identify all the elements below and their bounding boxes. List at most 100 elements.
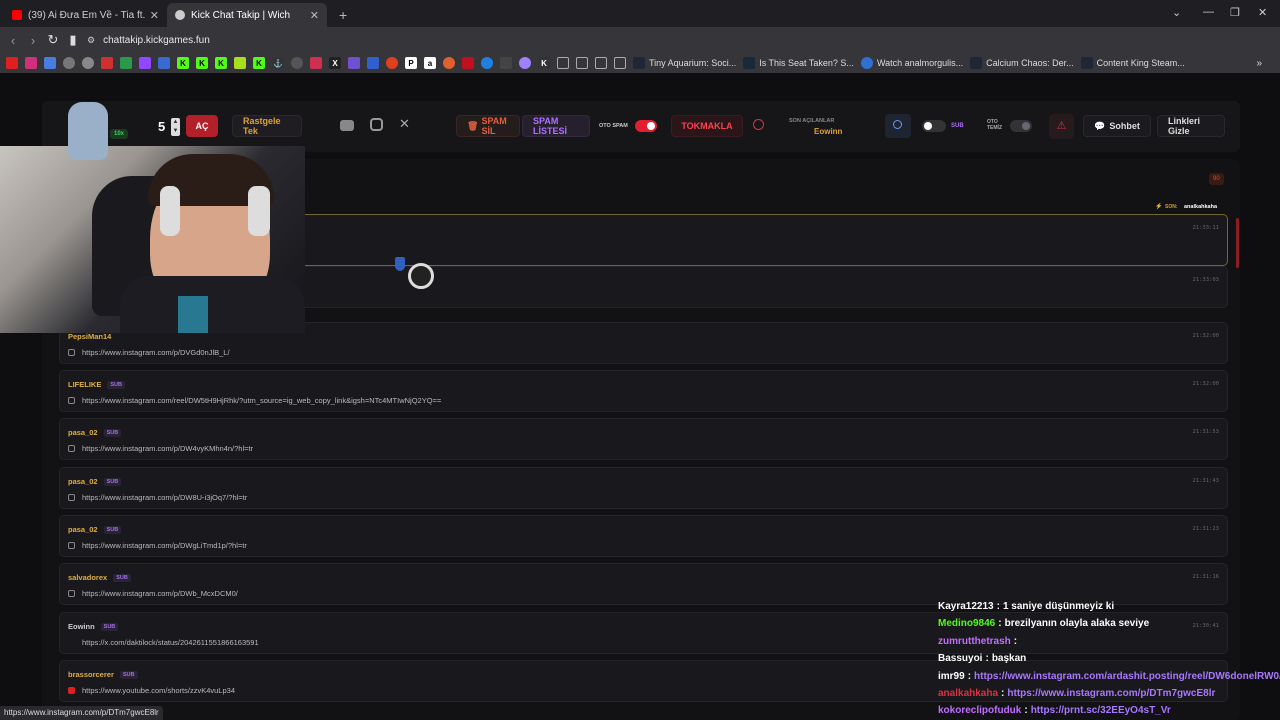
auto-clean-toggle[interactable] <box>1010 120 1032 132</box>
p-icon[interactable]: P <box>405 57 417 69</box>
close-window-button[interactable]: ✕ <box>1258 6 1267 19</box>
message-user[interactable]: LIFELIKE SUB <box>68 380 125 390</box>
message-link[interactable]: https://www.instagram.com/p/DW4vyKMhn4n/… <box>68 444 253 453</box>
message-link-text[interactable]: https://www.instagram.com/p/DW4vyKMhn4n/… <box>82 444 253 453</box>
message-link[interactable]: https://www.youtube.com/shorts/zzvK4vuLp… <box>68 686 235 695</box>
message-user[interactable]: salvadorex SUB <box>68 573 131 583</box>
instagram-icon[interactable] <box>370 118 383 131</box>
kick-icon[interactable]: K <box>215 57 227 69</box>
bookmark-item[interactable]: Content King Steam... <box>1080 57 1185 69</box>
extension-icon[interactable] <box>519 57 531 69</box>
message-user[interactable]: Eowinn SUB <box>68 622 119 632</box>
message-user[interactable]: pasa_02 SUB <box>68 428 122 438</box>
ban-icon[interactable] <box>753 119 764 130</box>
message-link[interactable]: https://www.instagram.com/p/DWb_McxDCM0/ <box>68 589 238 598</box>
bookmark-item[interactable]: Tiny Aquarium: Soci... <box>633 57 736 69</box>
twitch-icon[interactable] <box>139 57 151 69</box>
spam-delete-button[interactable]: 🗑 SPAM SİL <box>456 115 520 137</box>
close-icon[interactable]: ✕ <box>310 9 319 22</box>
message-link-text[interactable]: https://www.instagram.com/p/DVGd0nJlB_L/ <box>82 348 230 357</box>
extension-icon[interactable] <box>348 57 360 69</box>
forward-icon[interactable]: › <box>23 33 43 48</box>
globe-icon[interactable] <box>82 57 94 69</box>
warning-button[interactable]: ⚠ <box>1049 114 1074 139</box>
message-link[interactable]: https://www.instagram.com/p/DW8U-i3jOq7/… <box>68 493 247 502</box>
back-icon[interactable]: ‹ <box>3 33 23 48</box>
new-tab-button[interactable]: + <box>339 7 347 23</box>
message-card[interactable]: pasa_02 SUB https://www.instagram.com/p/DW… <box>59 515 1228 557</box>
site-settings-icon[interactable]: ⚙ <box>87 35 95 46</box>
minimize-button[interactable]: — <box>1203 6 1214 18</box>
globe-icon[interactable] <box>63 57 75 69</box>
bookmark-item[interactable]: Calcium Chaos: Der... <box>970 57 1074 69</box>
message-user[interactable]: PepsiMan14 <box>68 332 111 341</box>
message-user[interactable]: pasa_02 SUB <box>68 477 122 487</box>
message-link[interactable]: https://www.instagram.com/p/DVGd0nJlB_L/ <box>68 348 230 357</box>
folder-icon[interactable] <box>595 57 607 69</box>
instagram-icon[interactable] <box>25 57 37 69</box>
message-user[interactable]: pasa_02 SUB <box>68 525 122 535</box>
open-button[interactable]: AÇ <box>186 115 218 137</box>
bookmark-item[interactable]: Is This Seat Taken? S... <box>743 57 854 69</box>
anchor-icon[interactable]: ⚓ <box>272 57 284 69</box>
folder-icon[interactable] <box>576 57 588 69</box>
message-link[interactable]: https://www.instagram.com/reel/DW5tH9HjR… <box>68 396 441 405</box>
message-link-text[interactable]: https://www.instagram.com/p/DWb_McxDCM0/ <box>82 589 238 598</box>
message-link-text[interactable]: https://www.instagram.com/reel/DW5tH9HjR… <box>82 396 441 405</box>
message-user[interactable]: brassorcerer SUB <box>68 670 138 680</box>
youtube-icon[interactable] <box>6 57 18 69</box>
discord-icon[interactable] <box>367 57 379 69</box>
kick-icon[interactable]: K <box>196 57 208 69</box>
kick-icon[interactable]: K <box>177 57 189 69</box>
translate-icon[interactable] <box>44 57 56 69</box>
extension-icon[interactable] <box>234 57 246 69</box>
extension-icon[interactable] <box>462 57 474 69</box>
gift-10x-badge[interactable]: 10x <box>110 129 129 139</box>
amazon-icon[interactable]: a <box>424 57 436 69</box>
chevron-down-icon[interactable]: ⌄ <box>1172 6 1181 19</box>
globe-icon[interactable] <box>291 57 303 69</box>
random-one-button[interactable]: Rastgele Tek <box>232 115 302 137</box>
scrollbar[interactable] <box>1236 218 1239 268</box>
message-link[interactable]: https://www.instagram.com/p/DWgLiTmd1p/?… <box>68 541 247 550</box>
tab-youtube[interactable]: (39) Ai Đưa Em Về - Tia ft. Lê Thiện H ✕ <box>4 3 167 27</box>
gmail-icon[interactable] <box>101 57 113 69</box>
message-card[interactable]: LIFELIKE SUB https://www.instagram.com/ree… <box>59 370 1228 412</box>
reload-icon[interactable]: ↻ <box>43 32 63 48</box>
message-link-text[interactable]: https://www.youtube.com/shorts/zzvK4vuLp… <box>82 686 235 695</box>
reddit-icon[interactable] <box>386 57 398 69</box>
drive-icon[interactable] <box>120 57 132 69</box>
tokmakla-button[interactable]: TOKMAKLA <box>671 115 743 137</box>
x-icon[interactable]: ✕ <box>399 116 410 132</box>
search-button[interactable] <box>885 114 911 138</box>
auto-spam-toggle[interactable] <box>635 120 657 132</box>
bookmark-icon[interactable]: ▮ <box>63 32 83 48</box>
play-icon[interactable] <box>481 57 493 69</box>
url-input[interactable]: chattakip.kickgames.fun <box>103 35 210 46</box>
youtube-icon[interactable] <box>340 120 354 131</box>
folder-icon[interactable] <box>557 57 569 69</box>
chat-button[interactable]: 💬 Sohbet <box>1083 115 1151 137</box>
close-icon[interactable]: ✕ <box>150 9 159 22</box>
count-stepper[interactable]: ▲ ▼ <box>171 118 180 136</box>
maximize-button[interactable]: ❐ <box>1230 6 1240 19</box>
bookmark-item[interactable]: Watch analmorgulis... <box>860 57 963 69</box>
message-card[interactable]: pasa_02 SUB https://www.instagram.com/p/DW… <box>59 467 1228 509</box>
tab-kick-chat[interactable]: Kick Chat Takip | Wich ✕ <box>167 3 327 27</box>
more-bookmarks-icon[interactable]: » <box>1256 58 1262 69</box>
docs-icon[interactable] <box>158 57 170 69</box>
folder-icon[interactable] <box>614 57 626 69</box>
kick-icon[interactable]: K <box>538 57 550 69</box>
patreon-icon[interactable] <box>443 57 455 69</box>
x-icon[interactable]: X <box>329 57 341 69</box>
hide-links-button[interactable]: Linkleri Gizle <box>1157 115 1225 137</box>
message-link-text[interactable]: https://www.instagram.com/p/DWgLiTmd1p/?… <box>82 541 247 550</box>
message-link-text[interactable]: https://www.instagram.com/p/DW8U-i3jOq7/… <box>82 493 247 502</box>
message-link[interactable]: https://x.com/daktilock/status/204261155… <box>68 638 259 647</box>
last-opened-user[interactable]: Eowinn <box>814 127 842 136</box>
message-link-text[interactable]: https://x.com/daktilock/status/204261155… <box>82 638 259 647</box>
extension-icon[interactable] <box>310 57 322 69</box>
spam-list-button[interactable]: SPAM LİSTESİ <box>522 115 590 137</box>
message-card[interactable]: pasa_02 SUB https://www.instagram.com/p/DW… <box>59 418 1228 460</box>
kick-icon[interactable]: K <box>253 57 265 69</box>
